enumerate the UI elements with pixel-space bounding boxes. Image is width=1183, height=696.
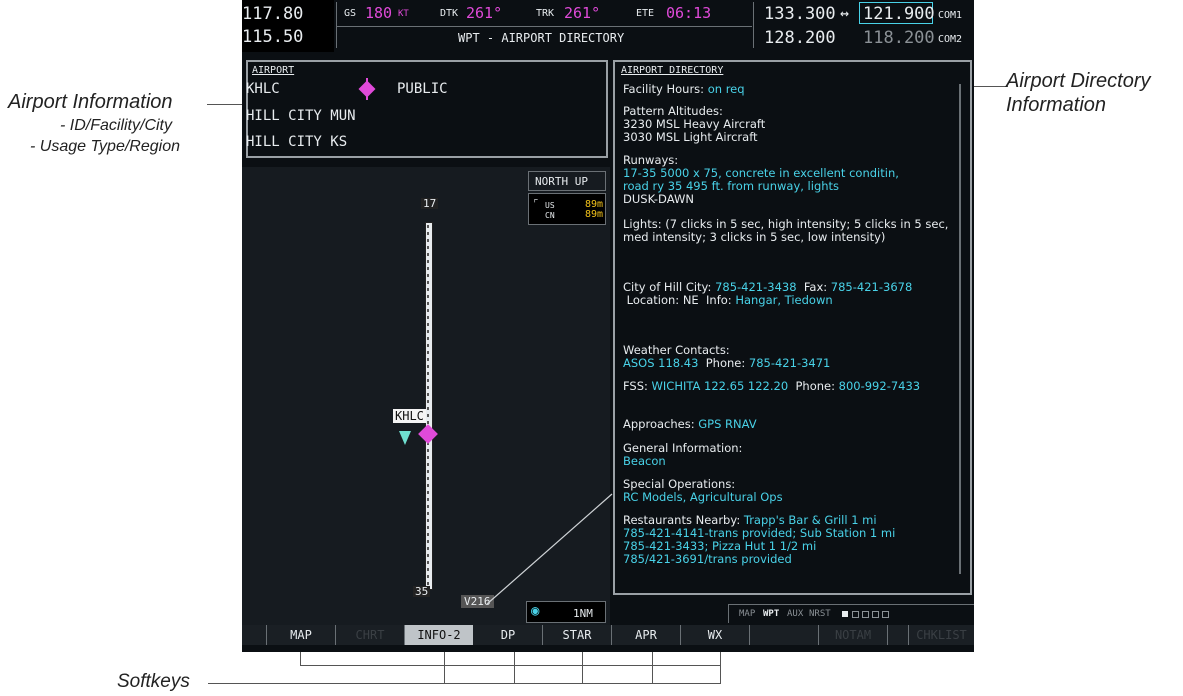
navigation-status-bar: GS 180 KT DTK 261° TRK 261° ETE 06:13 WP… bbox=[336, 0, 754, 52]
directory-header: AIRPORT DIRECTORY bbox=[621, 65, 724, 76]
wind-flag-icon: ⌜ bbox=[533, 198, 540, 209]
softkey-wx[interactable]: WX bbox=[681, 625, 750, 645]
softkey-notam[interactable]: NOTAM bbox=[819, 625, 888, 645]
softkey-bracket-tick bbox=[514, 647, 515, 684]
softkey-chklist[interactable]: CHKLIST bbox=[909, 625, 974, 645]
callout-line-airport-info bbox=[207, 104, 243, 105]
softkey-bracket-tick bbox=[720, 647, 721, 684]
north-up-label: NORTH UP bbox=[535, 175, 588, 188]
airport-map-label[interactable]: KHLC bbox=[393, 409, 426, 423]
lights: Lights: (7 clicks in 5 sec, high intensi… bbox=[623, 217, 949, 244]
softkey-apr[interactable]: APR bbox=[612, 625, 681, 645]
gs-unit: KT bbox=[398, 9, 409, 19]
softkey-bracket-hline-upper bbox=[300, 665, 721, 666]
com2-active[interactable]: 128.200 bbox=[764, 30, 836, 47]
wind-us-label: US bbox=[545, 201, 555, 210]
dtk-value: 261° bbox=[466, 4, 503, 22]
com1-label: COM1 bbox=[938, 10, 963, 21]
map-range[interactable]: ◉ 1NM bbox=[526, 601, 606, 623]
weather-contacts: Weather Contacts: ASOS 118.43 Phone: 785… bbox=[623, 343, 831, 370]
page-index-box bbox=[872, 611, 879, 618]
restaurants-nearby: Restaurants Nearby: Trapp's Bar & Grill … bbox=[623, 513, 896, 566]
runways: Runways: 17-35 5000 x 75, concrete in ex… bbox=[623, 153, 899, 206]
general-information: General Information: Beacon bbox=[623, 441, 743, 468]
wind-table: ⌜ US 89m CN 89m bbox=[528, 193, 606, 225]
com1-active[interactable]: 133.300 bbox=[764, 6, 836, 23]
page-group-nrst: NRST bbox=[809, 609, 831, 619]
fss: FSS: WICHITA 122.65 122.20 Phone: 800-99… bbox=[623, 379, 921, 393]
wind-cn-value: 89m bbox=[585, 209, 604, 220]
aircraft-icon bbox=[399, 431, 411, 445]
dtk-label: DTK bbox=[440, 8, 459, 19]
com1-standby[interactable]: 121.900 bbox=[863, 6, 935, 23]
softkey-1[interactable] bbox=[242, 625, 267, 645]
trk-label: TRK bbox=[536, 8, 555, 19]
page-group-indicator: MAP WPT AUX NRST bbox=[728, 604, 974, 623]
airport-usage-type: PUBLIC bbox=[397, 81, 448, 97]
com2-label: COM2 bbox=[938, 34, 963, 45]
callout-airport-information: Airport Information bbox=[8, 91, 173, 113]
pattern-altitudes: Pattern Altitudes: 3230 MSL Heavy Aircra… bbox=[623, 104, 766, 144]
nav1-frequency[interactable]: 117.80 bbox=[242, 6, 303, 23]
facility-hours: Facility Hours: on req bbox=[623, 82, 745, 96]
approaches: Approaches: GPS RNAV bbox=[623, 417, 757, 431]
callout-directory-line1: Airport Directory bbox=[1006, 70, 1151, 92]
callout-usage-region: - Usage Type/Region bbox=[30, 138, 180, 155]
nav2-frequency[interactable]: 115.50 bbox=[242, 29, 303, 46]
gs-label: GS bbox=[344, 8, 357, 19]
page-index-box bbox=[852, 611, 859, 618]
page-title: WPT - AIRPORT DIRECTORY bbox=[458, 31, 625, 45]
trk-value: 261° bbox=[564, 4, 601, 22]
callout-id-facility-city: - ID/Facility/City bbox=[60, 117, 172, 134]
softkey-map[interactable]: MAP bbox=[267, 625, 336, 645]
page-index-box bbox=[862, 611, 869, 618]
callout-directory-line2: Information bbox=[1006, 94, 1107, 116]
airport-city-region: HILL CITY KS bbox=[246, 134, 348, 150]
ete-label: ETE bbox=[636, 8, 655, 19]
special-operations: Special Operations: RC Models, Agricultu… bbox=[623, 477, 783, 504]
softkey-dp[interactable]: DP bbox=[474, 625, 543, 645]
north-up-indicator[interactable]: NORTH UP bbox=[528, 171, 606, 191]
city-contacts: City of Hill City: 785-421-3438 Fax: 785… bbox=[623, 280, 913, 307]
page-index-box bbox=[882, 611, 889, 618]
softkey-bracket-tick bbox=[582, 647, 583, 684]
nav-frequency-box: 117.80 115.50 bbox=[242, 0, 334, 52]
com2-standby[interactable]: 118.200 bbox=[863, 30, 935, 47]
com-frequency-box: 133.300 ↔ 121.900 COM1 128.200 118.200 C… bbox=[762, 0, 974, 52]
mfd-screen: 117.80 115.50 GS 180 KT DTK 261° TRK 261… bbox=[242, 0, 974, 652]
softkey-11[interactable] bbox=[888, 625, 909, 645]
page-group-aux: AUX bbox=[787, 609, 804, 619]
airport-facility-name: HILL CITY MUN bbox=[246, 108, 356, 124]
softkey-info-2[interactable]: INFO-2 bbox=[405, 625, 473, 645]
page-index-box-active bbox=[842, 611, 848, 617]
softkey-9[interactable] bbox=[750, 625, 819, 645]
softkey-star[interactable]: STAR bbox=[543, 625, 612, 645]
airport-info-box: AIRPORT KHLC PUBLIC HILL CITY MUN HILL C… bbox=[246, 60, 608, 158]
swap-arrow-icon[interactable]: ↔ bbox=[840, 6, 849, 21]
airport-symbol-icon[interactable] bbox=[418, 424, 438, 444]
callout-line-directory bbox=[972, 86, 1008, 87]
map-range-value: 1NM bbox=[573, 607, 593, 620]
airway-label: V216 bbox=[461, 595, 494, 608]
runway-35-label: 35 bbox=[413, 585, 431, 598]
runway-17-label: 17 bbox=[421, 197, 439, 210]
softkey-bracket-horizontal bbox=[208, 683, 721, 684]
softkey-chrt[interactable]: CHRT bbox=[336, 625, 405, 645]
airport-identifier[interactable]: KHLC bbox=[246, 82, 280, 96]
softkey-bracket-tick bbox=[444, 647, 445, 684]
softkey-bracket-tick bbox=[652, 647, 653, 684]
ete-value: 06:13 bbox=[666, 4, 712, 22]
wind-cn-label: CN bbox=[545, 211, 555, 220]
zoom-icon: ◉ bbox=[531, 603, 540, 619]
page-group-map: MAP bbox=[739, 609, 756, 619]
gs-value: 180 bbox=[365, 4, 393, 22]
airport-box-header: AIRPORT bbox=[252, 65, 295, 76]
page-group-wpt: WPT bbox=[763, 609, 780, 619]
map-area[interactable]: NORTH UP ⌜ US 89m CN 89m 17 35 KHLC V216… bbox=[242, 167, 610, 625]
airport-directory-box: AIRPORT DIRECTORY Facility Hours: on req… bbox=[613, 60, 972, 595]
callout-softkeys: Softkeys bbox=[117, 671, 190, 692]
